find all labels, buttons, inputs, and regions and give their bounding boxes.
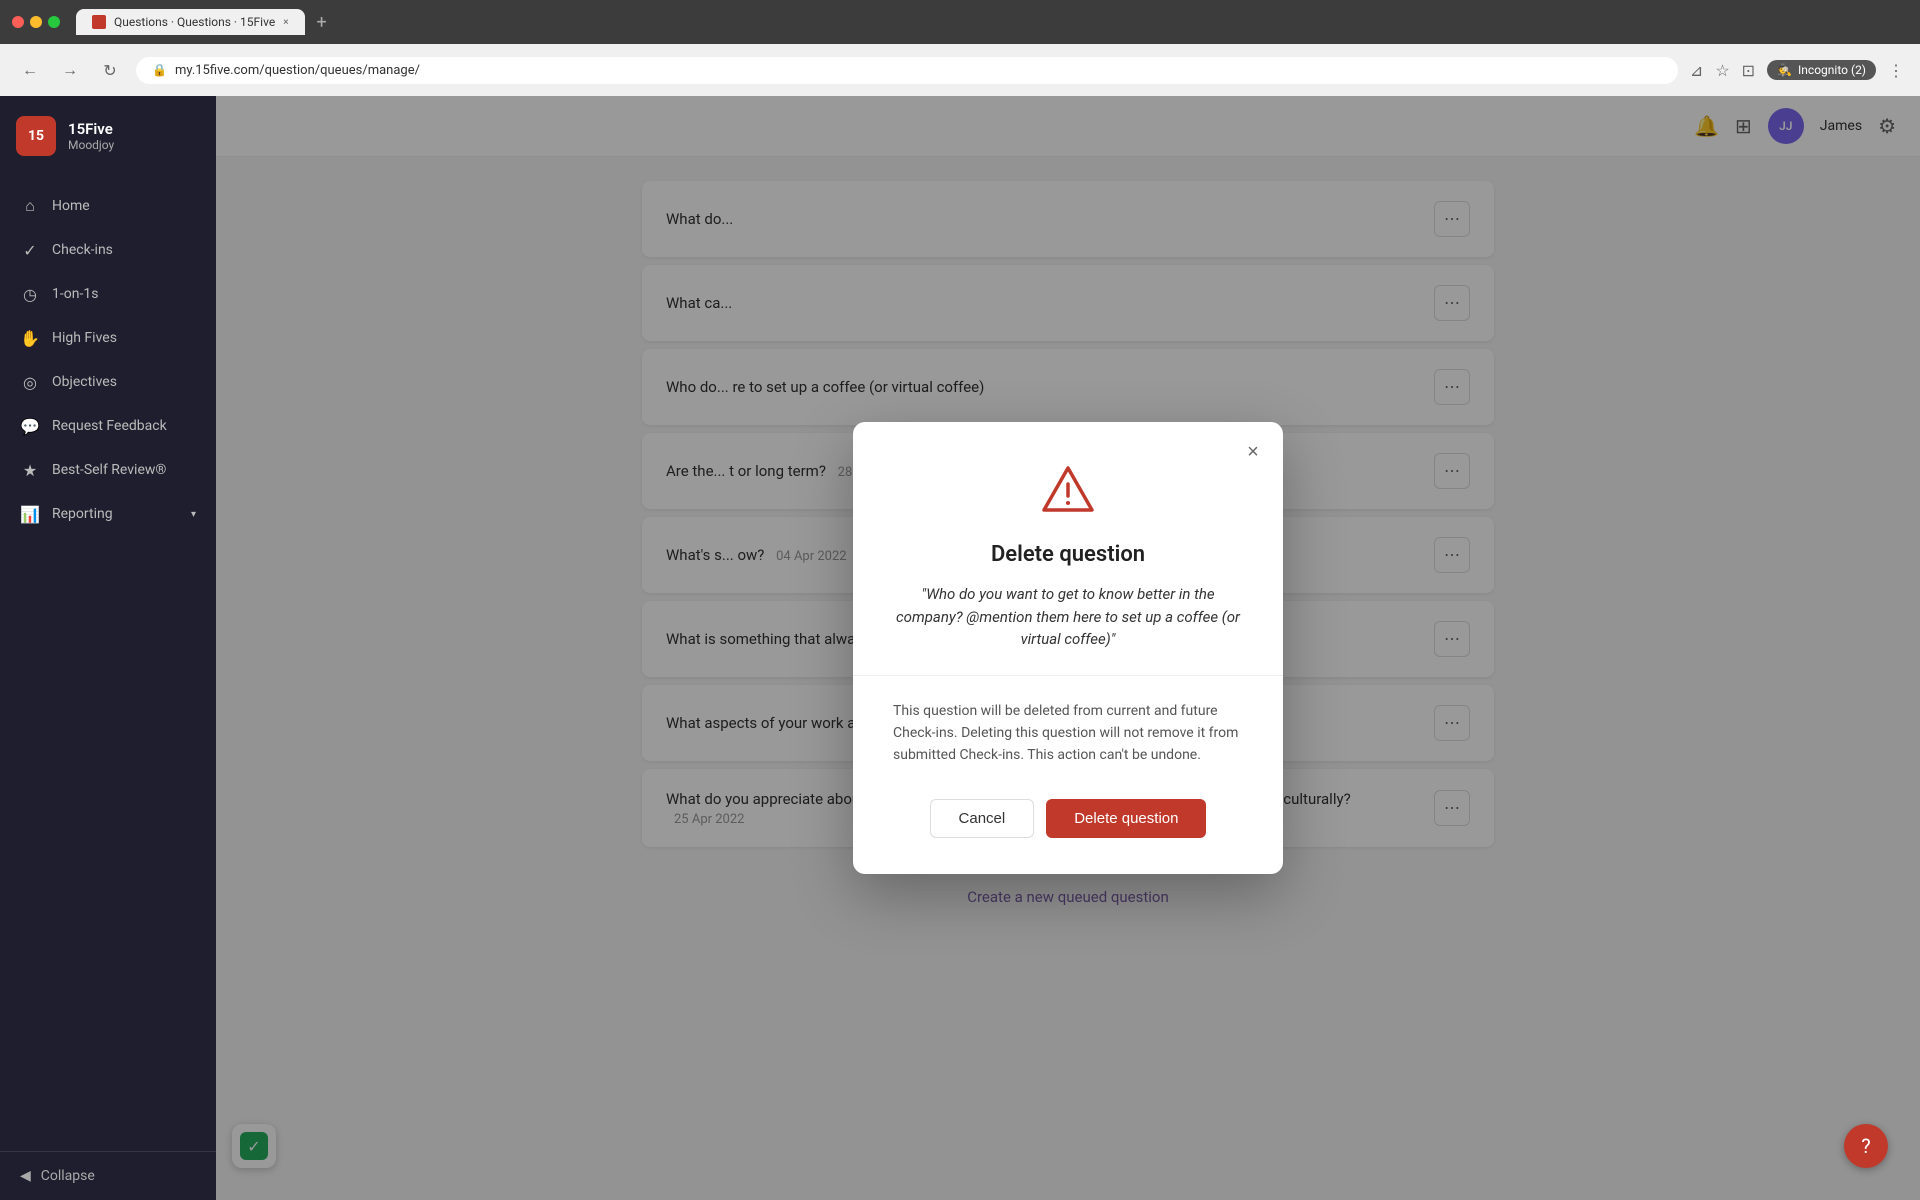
cast-icon[interactable]: ⊿ xyxy=(1690,61,1703,80)
sidebar-item-objectives[interactable]: ◎ Objectives xyxy=(0,360,216,404)
sidebar-item-home[interactable]: ⌂ Home xyxy=(0,184,216,228)
reload-button[interactable]: ↻ xyxy=(96,56,124,84)
modal-actions: Cancel Delete question xyxy=(893,799,1243,838)
reporting-chevron-icon: ▾ xyxy=(191,509,196,520)
modal-close-button[interactable]: × xyxy=(1239,438,1267,466)
tab-close-button[interactable]: × xyxy=(283,17,288,28)
collapse-icon: ◀ xyxy=(20,1168,31,1184)
tab-favicon xyxy=(92,15,106,29)
sidebar-item-best-self-review[interactable]: ★ Best-Self Review® xyxy=(0,448,216,492)
sidebar-item-highfives[interactable]: ✋ High Fives xyxy=(0,316,216,360)
user-subtitle: Moodjoy xyxy=(68,138,114,152)
address-bar[interactable]: 🔒 my.15five.com/question/queues/manage/ xyxy=(136,57,1678,84)
back-button[interactable]: ← xyxy=(16,56,44,84)
company-name: 15Five xyxy=(68,120,114,138)
incognito-label: Incognito (2) xyxy=(1798,63,1866,77)
1on1s-icon: ◷ xyxy=(20,284,40,304)
traffic-lights xyxy=(12,16,60,28)
reporting-icon: 📊 xyxy=(20,504,40,524)
checkins-icon: ✓ xyxy=(20,240,40,260)
modal-warning-text: This question will be deleted from curre… xyxy=(893,700,1243,767)
browser-more-icon[interactable]: ⋮ xyxy=(1888,61,1904,80)
modal-question-text: "Who do you want to get to know better i… xyxy=(893,583,1243,651)
browser-top-bar: Questions · Questions · 15Five × + xyxy=(0,0,1920,44)
sidebar-nav: ⌂ Home ✓ Check-ins ◷ 1-on-1s ✋ High Five… xyxy=(0,176,216,1151)
sidebar-logo: 15 15Five Moodjoy xyxy=(0,96,216,176)
objectives-icon: ◎ xyxy=(20,372,40,392)
best-self-icon: ★ xyxy=(20,460,40,480)
sidebar-bottom: ◀ Collapse xyxy=(0,1151,216,1200)
browser-actions: ⊿ ☆ ⊡ 🕵 Incognito (2) ⋮ xyxy=(1690,60,1904,80)
maximize-traffic-light[interactable] xyxy=(48,16,60,28)
help-icon: ? xyxy=(1861,1134,1870,1158)
sidebar-item-objectives-label: Objectives xyxy=(52,374,117,390)
forward-button[interactable]: → xyxy=(56,56,84,84)
sidebar-item-best-self-label: Best-Self Review® xyxy=(52,462,166,478)
sidebar-item-1on1s[interactable]: ◷ 1-on-1s xyxy=(0,272,216,316)
browser-nav-bar: ← → ↻ 🔒 my.15five.com/question/queues/ma… xyxy=(0,44,1920,96)
modal-warning-icon xyxy=(893,462,1243,522)
collapse-label: Collapse xyxy=(41,1168,95,1184)
app-logo: 15 xyxy=(16,116,56,156)
delete-question-modal: × Delete question "Who do you want to ge… xyxy=(853,422,1283,874)
bookmark-icon[interactable]: ☆ xyxy=(1715,61,1729,80)
cancel-button[interactable]: Cancel xyxy=(930,799,1035,838)
delete-question-button[interactable]: Delete question xyxy=(1046,799,1206,838)
modal-overlay: × Delete question "Who do you want to ge… xyxy=(216,96,1920,1200)
sidebar-item-checkins[interactable]: ✓ Check-ins xyxy=(0,228,216,272)
sidebar-item-reporting[interactable]: 📊 Reporting ▾ xyxy=(0,492,216,536)
active-tab[interactable]: Questions · Questions · 15Five × xyxy=(76,9,305,35)
minimize-traffic-light[interactable] xyxy=(30,16,42,28)
sidebar-item-request-feedback-label: Request Feedback xyxy=(52,418,167,434)
sidebar-item-1on1s-label: 1-on-1s xyxy=(52,286,98,302)
sidebar-item-reporting-label: Reporting xyxy=(52,506,113,522)
modal-title: Delete question xyxy=(893,542,1243,567)
close-traffic-light[interactable] xyxy=(12,16,24,28)
tab-title: Questions · Questions · 15Five xyxy=(114,15,275,29)
sidebar-item-highfives-label: High Fives xyxy=(52,330,117,346)
browser-chrome: Questions · Questions · 15Five × + ← → ↻… xyxy=(0,0,1920,96)
address-text: my.15five.com/question/queues/manage/ xyxy=(175,63,420,78)
sidebar-item-checkins-label: Check-ins xyxy=(52,242,113,258)
lock-icon: 🔒 xyxy=(152,63,167,77)
modal-divider xyxy=(853,675,1283,676)
logo-text-group: 15Five Moodjoy xyxy=(68,120,114,152)
incognito-badge: 🕵 Incognito (2) xyxy=(1767,60,1876,80)
tab-bar: Questions · Questions · 15Five × + xyxy=(76,9,1908,35)
new-tab-button[interactable]: + xyxy=(309,12,335,33)
home-icon: ⌂ xyxy=(20,196,40,216)
warning-triangle-icon xyxy=(1040,462,1096,518)
logo-initials: 15 xyxy=(28,128,44,144)
sidebar-item-home-label: Home xyxy=(52,198,90,214)
incognito-icon: 🕵 xyxy=(1777,63,1792,77)
app-container: 15 15Five Moodjoy ⌂ Home ✓ Check-ins ◷ 1… xyxy=(0,96,1920,1200)
highfives-icon: ✋ xyxy=(20,328,40,348)
extension-icon[interactable]: ⊡ xyxy=(1742,61,1755,80)
main-content: 🔔 ⊞ JJ James ⚙ What do... ⋯ What ca... ⋯… xyxy=(216,96,1920,1200)
request-feedback-icon: 💬 xyxy=(20,416,40,436)
sidebar: 15 15Five Moodjoy ⌂ Home ✓ Check-ins ◷ 1… xyxy=(0,96,216,1200)
help-button[interactable]: ? xyxy=(1844,1124,1888,1168)
collapse-button[interactable]: ◀ Collapse xyxy=(20,1168,196,1184)
sidebar-item-request-feedback[interactable]: 💬 Request Feedback xyxy=(0,404,216,448)
